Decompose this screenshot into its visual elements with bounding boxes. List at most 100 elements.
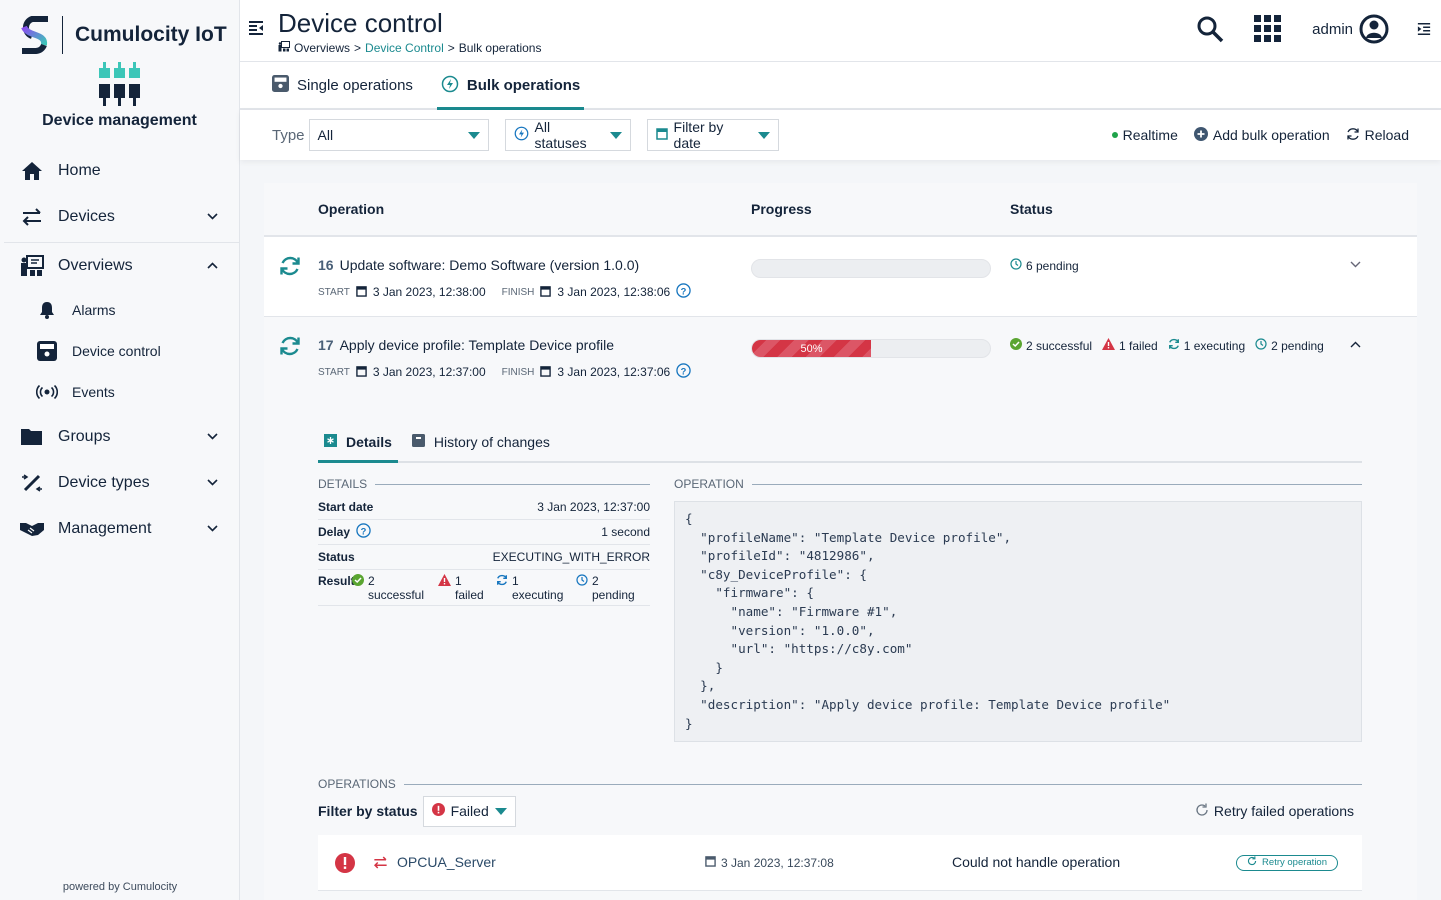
operation-json: { "profileName": "Template Device profil…: [674, 501, 1362, 742]
sidebar-item-groups[interactable]: Groups: [0, 414, 239, 460]
caret-down-icon: [609, 131, 622, 139]
operation-status: 2 successful 1 failed 1 executing 2 pend…: [1010, 338, 1330, 353]
calendar-icon: [540, 365, 552, 380]
page-tabs: Single operations Bulk operations: [240, 62, 1441, 110]
sidebar-subitem-alarms[interactable]: Alarms: [0, 289, 239, 330]
brand-name: Cumulocity IoT: [75, 23, 227, 46]
refresh-icon: [1195, 803, 1209, 820]
cumulocity-logo-icon: [21, 16, 48, 54]
realtime-label: Realtime: [1122, 127, 1178, 143]
clock-icon: [1010, 258, 1022, 273]
help-icon[interactable]: ?: [676, 283, 691, 301]
clock-icon: [1255, 338, 1267, 353]
main-content: Device control Overviews > Device Contro…: [240, 0, 1441, 900]
sidebar-item-management[interactable]: Management: [0, 506, 239, 552]
chevron-down-icon[interactable]: [205, 477, 219, 489]
realtime-toggle[interactable]: Realtime: [1111, 127, 1178, 143]
help-icon[interactable]: ?: [356, 523, 371, 541]
detail-value: 1 second: [601, 525, 650, 539]
table-row[interactable]: 16 Update software: Demo Software (versio…: [264, 237, 1417, 317]
status-filter-dropdown[interactable]: All statuses: [504, 119, 631, 151]
sidebar-subitem-label: Alarms: [72, 301, 116, 318]
handshake-icon: [20, 517, 44, 541]
result-pending: 2 pending: [576, 574, 635, 605]
tab-label: History of changes: [433, 434, 550, 450]
operation-list-item: OPCUA_Server 3 Jan 2023, 12:37:08 Could …: [318, 835, 1362, 891]
right-drawer-toggle-icon[interactable]: [1417, 22, 1431, 36]
table-row[interactable]: 17 Apply device profile: Template Device …: [264, 317, 1417, 397]
calendar-icon: [356, 365, 367, 380]
archive-icon: [411, 434, 425, 450]
status-executing: 1 executing: [1168, 338, 1245, 353]
reload-label: Reload: [1364, 127, 1409, 143]
sidebar-item-label: Management: [58, 520, 152, 537]
breadcrumb-item[interactable]: Overviews: [294, 41, 350, 55]
chevron-up-icon[interactable]: [205, 260, 219, 272]
sidebar-subitem-events[interactable]: Events: [0, 371, 239, 412]
device-control-icon: [36, 340, 58, 361]
start-label: START: [318, 366, 350, 378]
chevron-down-icon[interactable]: [205, 211, 219, 223]
detail-row-result: Result 2successful 1failed 1executing: [318, 570, 650, 606]
user-avatar-icon[interactable]: [1359, 14, 1389, 44]
result-label: failed: [455, 588, 484, 602]
progress-bar: 50%: [751, 339, 991, 358]
breadcrumb-separator: >: [447, 41, 455, 55]
tab-details[interactable]: Details: [318, 423, 398, 463]
reload-button[interactable]: Reload: [1346, 127, 1409, 144]
operation-date-text: 3 Jan 2023, 12:37:08: [721, 855, 834, 870]
sidebar-subitem-device-control[interactable]: Device control: [0, 330, 239, 371]
result-count: 1: [512, 574, 519, 588]
sidebar: Cumulocity IoT Device management Home De…: [0, 0, 240, 900]
failed-status-icon: [335, 853, 355, 876]
sidebar-item-home[interactable]: Home: [0, 148, 239, 194]
status-filter-select[interactable]: Failed: [422, 795, 516, 827]
svg-text:?: ?: [681, 286, 687, 296]
chevron-down-icon[interactable]: [205, 431, 219, 443]
type-select-value: All: [317, 127, 334, 143]
status-text: 1 executing: [1183, 338, 1246, 353]
app-switcher-icon[interactable]: [1254, 15, 1282, 43]
date-filter-dropdown[interactable]: Filter by date: [646, 119, 779, 151]
menu-toggle-icon[interactable]: [248, 20, 264, 41]
plug-icon: [20, 471, 44, 495]
tab-history-of-changes[interactable]: History of changes: [406, 423, 556, 461]
filter-bar: Type All All statuses Filter by date Rea…: [240, 110, 1441, 160]
result-count: 2: [592, 574, 599, 588]
asterisk-square-icon: [324, 433, 337, 450]
detail-key: Delay?: [318, 523, 371, 541]
filter-by-status-label: Filter by status: [318, 803, 418, 819]
device-link[interactable]: OPCUA_Server: [397, 854, 496, 870]
check-circle-icon: [1010, 338, 1022, 353]
collapse-chevron-up-icon[interactable]: [1350, 337, 1361, 351]
user-name[interactable]: admin: [1312, 21, 1353, 38]
add-bulk-operation-button[interactable]: Add bulk operation: [1193, 126, 1330, 144]
operation-id: 16: [318, 257, 334, 273]
refresh-icon: [496, 574, 508, 605]
breadcrumb-item[interactable]: Device Control: [365, 41, 444, 55]
chevron-down-icon[interactable]: [205, 523, 219, 535]
section-divider: [375, 483, 650, 485]
type-select[interactable]: All: [308, 119, 489, 151]
operation-title: 17 Apply device profile: Template Device …: [318, 337, 614, 353]
result-count: 1: [455, 574, 462, 588]
sidebar-item-devices[interactable]: Devices: [0, 194, 239, 240]
detail-row-start-date: Start date 3 Jan 2023, 12:37:00: [318, 495, 650, 520]
caret-down-icon: [467, 131, 480, 139]
expand-chevron-down-icon[interactable]: [1350, 257, 1361, 271]
help-icon[interactable]: ?: [676, 363, 691, 381]
calendar-icon: [655, 127, 668, 143]
sidebar-item-device-types[interactable]: Device types: [0, 460, 239, 506]
operations-filter-row: Filter by status Failed Retry failed ope…: [318, 795, 1362, 827]
retry-failed-operations-button[interactable]: Retry failed operations: [1195, 803, 1354, 820]
search-icon[interactable]: [1196, 15, 1224, 43]
finish-label: FINISH: [501, 286, 535, 298]
sidebar-item-overviews[interactable]: Overviews: [0, 243, 239, 289]
tab-single-operations[interactable]: Single operations: [272, 62, 425, 108]
detail-key-text: Delay: [318, 525, 351, 539]
result-label: pending: [592, 588, 635, 602]
sidebar-subitem-label: Device control: [72, 342, 161, 359]
tab-bulk-operations[interactable]: Bulk operations: [436, 64, 585, 110]
retry-operation-button[interactable]: Retry operation: [1236, 854, 1338, 871]
sidebar-item-label: Home: [58, 162, 101, 179]
